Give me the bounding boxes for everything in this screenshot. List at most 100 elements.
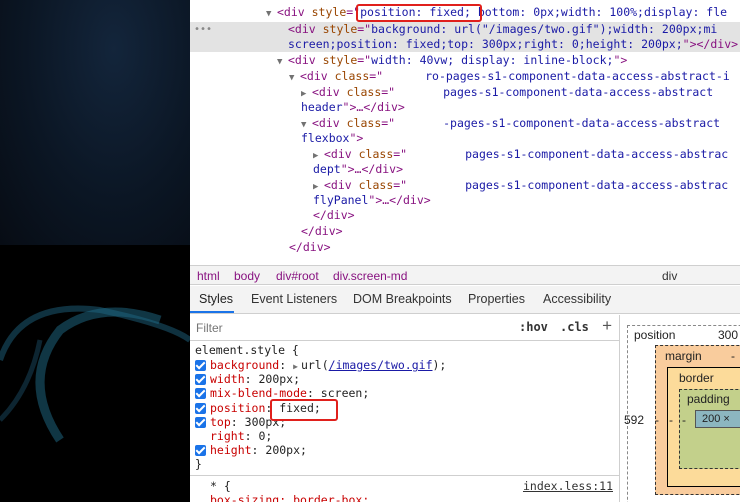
devtools-panel: ▼ <div style="position: fixed; bottom: 0p… [190, 0, 740, 502]
expand-arrow-icon[interactable]: ▼ [277, 55, 288, 70]
tree-line[interactable]: </div> [289, 240, 331, 255]
tree-line[interactable]: ▼ <div class=" ro-pages-s1-component-data-… [289, 69, 730, 84]
tree-line-selected-cont[interactable]: screen;position: fixed;top: 300px;right:… [190, 37, 740, 52]
tag-close: ">…</div> [340, 162, 404, 176]
tab-properties[interactable]: Properties [468, 292, 525, 306]
breadcrumb-screen[interactable]: div.screen-md [333, 269, 407, 283]
style-prop-box-sizing[interactable]: box-sizing: border-box; [210, 493, 369, 502]
tree-line-cont[interactable]: flyPanel">…</div> [313, 193, 431, 208]
checkbox-icon[interactable] [195, 374, 206, 385]
tree-line[interactable]: </div> [301, 224, 343, 239]
checkbox-icon[interactable] [195, 445, 206, 456]
tag-close: ">…</div> [342, 100, 405, 114]
checkbox-icon[interactable] [195, 388, 206, 399]
style-prop-width[interactable]: width: 200px; [195, 372, 300, 386]
expand-arrow-icon[interactable]: ▼ [289, 71, 300, 86]
prop-value: url( [300, 358, 329, 372]
attr-name: class [334, 69, 370, 83]
attr-value: pages-s1-component-data-access-abstrac [465, 147, 729, 161]
breadcrumb-div[interactable]: div [662, 269, 677, 283]
tag-open: <div [288, 53, 323, 67]
attr-eq: =" [357, 22, 372, 36]
style-prop-right[interactable]: right: 0; [195, 429, 272, 443]
tab-event-listeners[interactable]: Event Listeners [251, 292, 337, 306]
checkbox-icon[interactable] [195, 403, 206, 414]
tab-accessibility[interactable]: Accessibility [543, 292, 611, 306]
styles-pane: :hov .cls + element.style { background: … [190, 315, 620, 502]
tag-close: ">…</div> [368, 193, 431, 207]
tab-styles[interactable]: Styles [199, 292, 233, 306]
more-options-icon[interactable]: ••• [194, 22, 212, 37]
prop-name[interactable]: width [210, 372, 245, 386]
prop-name[interactable]: position [210, 401, 265, 415]
tree-line[interactable]: </div> [313, 208, 355, 223]
cls-toggle[interactable]: .cls [560, 320, 589, 334]
filter-input[interactable] [196, 319, 496, 337]
breadcrumb-root[interactable]: div#root [276, 269, 319, 283]
prop-value[interactable]: screen; [321, 386, 369, 400]
elements-tree: ▼ <div style="position: fixed; bottom: 0p… [190, 0, 740, 266]
tree-line-cont[interactable]: flexbox"> [301, 131, 363, 146]
prop-name[interactable]: top [210, 415, 231, 429]
prop-name[interactable]: mix-blend-mode [210, 386, 307, 400]
rule-selector-universal[interactable]: * { [210, 479, 231, 493]
tab-dom-breakpoints[interactable]: DOM Breakpoints [353, 292, 452, 306]
breadcrumb-html[interactable]: html [197, 269, 220, 283]
attr-name: class [358, 178, 394, 192]
attr-value: -pages-s1-component-data-access-abstract [443, 116, 721, 130]
page-viewport [0, 0, 190, 502]
image-link[interactable]: /images/two.gif [329, 358, 433, 372]
breadcrumb-body[interactable]: body [234, 269, 260, 283]
style-prop-height[interactable]: height: 200px; [195, 443, 307, 457]
prop-value[interactable]: 200px; [258, 372, 300, 386]
tree-line-cont[interactable]: dept">…</div> [313, 162, 403, 177]
tag-close: </div> [289, 240, 331, 254]
hov-toggle[interactable]: :hov [519, 320, 548, 334]
tag-open: <div [288, 22, 323, 36]
tag-close: </div> [313, 208, 355, 222]
tree-line[interactable]: ▼ <div style="position: fixed; bottom: 0p… [266, 5, 727, 20]
prop-name[interactable]: background [210, 358, 279, 372]
tree-line[interactable]: ▶ <div class=" pages-s1-component-data-acc… [313, 147, 728, 162]
rule-source-link[interactable]: index.less:11 [523, 479, 613, 493]
checkbox-icon[interactable] [195, 417, 206, 428]
attr-eq: =" [381, 116, 396, 130]
tag-close: </div> [301, 224, 343, 238]
box-model-left-dash: - [655, 413, 659, 427]
attr-name: style [322, 53, 358, 67]
box-model-border-label: border [679, 371, 714, 385]
prop-value[interactable]: 200px; [265, 443, 307, 457]
tag-open: <div [312, 85, 347, 99]
attr-eq: =" [369, 69, 384, 83]
tag-open: <div [324, 147, 359, 161]
attr-value: screen;position: fixed;top: 300px;right:… [288, 37, 683, 51]
highlight-box-position-fixed [356, 4, 482, 22]
tree-line[interactable]: ▼ <div style="width: 40vw; display: inlin… [277, 53, 627, 68]
expand-arrow-icon[interactable]: ▼ [266, 7, 277, 22]
prop-name[interactable]: right [210, 429, 245, 443]
tree-line[interactable]: ▼ <div class=" -pages-s1-component-data-ac… [301, 116, 720, 131]
box-model-position-label: position [634, 328, 676, 342]
add-rule-button[interactable]: + [602, 316, 612, 336]
attr-value: width: 40vw; display: inline-block; [371, 53, 614, 67]
expand-arrow-icon[interactable]: ▶ [293, 362, 298, 371]
highlight-box-position-fixed-style [270, 399, 338, 421]
prop-value[interactable]: 0; [258, 429, 272, 443]
tree-line[interactable]: ▶ <div class=" pages-s1-component-data-acc… [301, 85, 713, 100]
tree-line-selected[interactable]: ••• <div style="background: url("/images/… [190, 22, 740, 37]
tree-line-cont[interactable]: header">…</div> [301, 100, 405, 115]
attr-eq: =" [393, 178, 408, 192]
rule-close-brace: } [195, 457, 202, 471]
attr-value: background: url("/images/two.gif");width… [371, 22, 718, 36]
checkbox-icon[interactable] [195, 360, 206, 371]
box-model-padding-left-dash: - [682, 413, 686, 427]
rule-selector[interactable]: element.style { [195, 343, 299, 357]
box-model-padding-label: padding [687, 392, 730, 406]
tree-line[interactable]: ▶ <div class=" pages-s1-component-data-acc… [313, 178, 728, 193]
box-model-content[interactable]: 200 × [695, 410, 740, 428]
attr-name: class [358, 147, 394, 161]
prop-name[interactable]: height [210, 443, 252, 457]
style-prop-mix-blend-mode[interactable]: mix-blend-mode: screen; [195, 386, 369, 400]
tag-close: "></div> [682, 37, 739, 51]
tag-open: <div [324, 178, 359, 192]
